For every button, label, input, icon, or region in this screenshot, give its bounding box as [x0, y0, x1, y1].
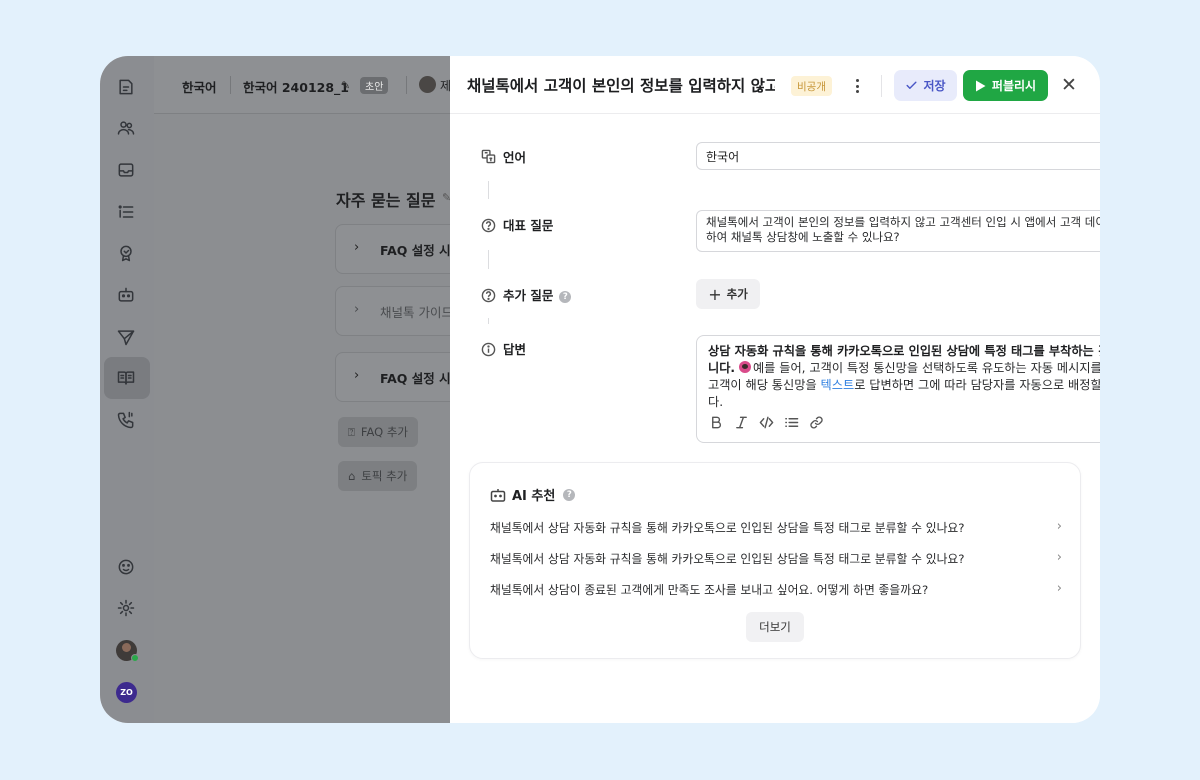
section-title: 자주 묻는 질문 — [336, 191, 436, 210]
translate-icon — [480, 148, 496, 164]
save-label: 저장 — [923, 79, 946, 93]
chevron-right-icon: › — [1056, 581, 1062, 596]
people-icon[interactable] — [115, 117, 137, 139]
ai-suggestion-text: 채널톡에서 상담 자동화 규칙을 통해 카카오톡으로 인입된 상담을 특정 태그… — [490, 521, 965, 535]
ai-suggestion-text: 채널톡에서 상담 자동화 규칙을 통해 카카오톡으로 인입된 상담을 특정 태그… — [490, 552, 965, 566]
ai-suggestion-text: 채널톡에서 상담이 종료된 고객에게 만족도 조사를 보내고 싶어요. 어떻게 … — [490, 583, 929, 597]
question-icon — [480, 287, 496, 303]
faq-card[interactable]: › FAQ 설정 시 — [335, 352, 465, 402]
answer-link[interactable]: 텍스트 — [821, 378, 855, 392]
visibility-badge[interactable]: 비공개 — [791, 76, 832, 96]
add-topic-button[interactable]: ⌂ 토픽 추가 — [338, 461, 418, 491]
answer-text: 상담 자동화 규칙을 통해 카카오톡으로 인입된 상담에 특정 태그를 부착하는… — [708, 343, 1100, 411]
publish-button[interactable]: 퍼블리시 — [963, 70, 1048, 101]
list-icon[interactable] — [783, 414, 799, 430]
add-question-button[interactable]: + 추가 — [696, 279, 760, 309]
faq-card[interactable]: › FAQ 설정 시 — [335, 224, 465, 274]
online-status-dot — [131, 654, 139, 662]
panel-title: 채널톡에서 고객이 본인의 정보를 입력하지 않고... — [467, 77, 775, 95]
settings-icon[interactable] — [115, 597, 137, 619]
ai-recommend-title: AI 추천 ? — [490, 485, 576, 504]
ai-suggestion-item[interactable]: 채널톡에서 상담 자동화 규칙을 통해 카카오톡으로 인입된 상담을 특정 태그… — [490, 516, 1062, 538]
check-icon — [906, 81, 917, 89]
chevron-right-icon: › — [354, 302, 360, 317]
tag-icon: ⌂ — [348, 469, 356, 483]
face-icon[interactable] — [115, 556, 137, 578]
answer-editor[interactable]: 상담 자동화 규칙을 통해 카카오톡으로 인입된 상담에 특정 태그를 부착하는… — [696, 335, 1100, 443]
play-icon — [975, 80, 986, 91]
question-icon — [480, 217, 496, 233]
connector-line — [488, 181, 489, 199]
representative-question-input[interactable]: 채널톡에서 고객이 본인의 정보를 입력하지 않고 고객센터 인입 시 앱에서 … — [696, 210, 1100, 252]
ai-recommend-label: AI 추천 — [512, 489, 556, 504]
bot-icon[interactable] — [115, 284, 137, 306]
help-icon[interactable]: ? — [563, 488, 576, 501]
code-icon[interactable] — [758, 414, 774, 430]
ai-recommend-card: AI 추천 ? 채널톡에서 상담 자동화 규칙을 통해 카카오톡으로 인입된 상… — [469, 462, 1081, 659]
more-options-icon[interactable] — [847, 75, 867, 97]
divider — [406, 76, 407, 94]
save-button[interactable]: 저장 — [894, 70, 957, 101]
language-value: 한국어 — [706, 150, 740, 164]
chevron-right-icon: › — [354, 368, 360, 383]
language-select[interactable]: 한국어 — [696, 142, 1100, 170]
workspace-badge[interactable]: ZO — [116, 682, 137, 703]
answer-label: 답변 — [503, 342, 527, 357]
italic-icon[interactable] — [733, 414, 749, 430]
phone-icon[interactable] — [115, 409, 137, 431]
faq-card[interactable]: › 채널톡 가이드 — [335, 286, 465, 336]
connector-line — [488, 250, 489, 269]
faq-card-title: FAQ 설정 시 — [380, 243, 451, 258]
faq-card-title: 채널톡 가이드 — [380, 305, 453, 320]
additional-question-label: 추가 질문? — [503, 285, 572, 304]
add-faq-label: FAQ 추가 — [360, 425, 408, 439]
ai-suggestion-item[interactable]: 채널톡에서 상담이 종료된 고객에게 만족도 조사를 보내고 싶어요. 어떻게 … — [490, 578, 1062, 600]
bot-icon — [490, 488, 506, 502]
publish-label: 퍼블리시 — [991, 79, 1037, 93]
inbox-icon[interactable] — [115, 159, 137, 181]
faq-editor-panel: 채널톡에서 고객이 본인의 정보를 입력하지 않고... 비공개 저장 퍼블리시… — [450, 56, 1100, 723]
divider — [881, 75, 882, 97]
connector-line — [488, 318, 489, 324]
bold-icon[interactable] — [708, 414, 724, 430]
more-button[interactable]: 더보기 — [746, 612, 804, 642]
formatting-toolbar — [708, 414, 824, 430]
notes-icon[interactable] — [115, 76, 137, 98]
version-name[interactable]: 한국어 240128_1 — [243, 77, 349, 96]
author-avatar — [419, 76, 436, 93]
representative-question-label: 대표 질문 — [503, 218, 554, 233]
language-label: 언어 — [503, 150, 527, 165]
draft-badge: 초안 — [360, 77, 389, 94]
book-icon[interactable] — [115, 367, 137, 389]
info-icon — [480, 341, 496, 357]
add-question-label: 추가 — [726, 287, 748, 301]
chevron-right-icon: › — [1056, 550, 1062, 565]
link-icon[interactable] — [808, 414, 824, 430]
additional-question-text: 추가 질문 — [503, 288, 554, 303]
add-faq-button[interactable]: ⍰ FAQ 추가 — [338, 417, 418, 447]
ai-suggestion-item[interactable]: 채널톡에서 상담 자동화 규칙을 통해 카카오톡으로 인입된 상담을 특정 태그… — [490, 547, 1062, 569]
edit-icon[interactable]: ✎ — [341, 79, 350, 92]
language-tab[interactable]: 한국어 — [182, 77, 217, 96]
emoji-icon — [738, 361, 751, 373]
panel-header: 채널톡에서 고객이 본인의 정보를 입력하지 않고... 비공개 저장 퍼블리시… — [450, 56, 1100, 114]
divider — [230, 76, 231, 94]
side-nav: ZO — [100, 56, 154, 723]
list-icon[interactable] — [115, 201, 137, 223]
faq-card-title: FAQ 설정 시 — [380, 371, 451, 386]
send-icon[interactable] — [115, 326, 137, 348]
background-topbar: 한국어 한국어 240128_1 ✎ 초안 제 — [154, 56, 451, 114]
question-icon: ⍰ — [348, 424, 355, 439]
plus-icon: + — [708, 284, 722, 304]
add-topic-label: 토픽 추가 — [361, 469, 408, 483]
background-main: 한국어 한국어 240128_1 ✎ 초안 제 자주 묻는 질문 ✎ › FAQ… — [154, 56, 465, 723]
chevron-right-icon: › — [354, 240, 360, 255]
chevron-right-icon: › — [1056, 519, 1062, 534]
badge-icon[interactable] — [115, 242, 137, 264]
close-icon[interactable]: ✕ — [1058, 73, 1080, 97]
help-icon[interactable]: ? — [559, 290, 572, 303]
app-window: ZO 한국어 한국어 240128_1 ✎ 초안 제 자주 묻는 질문 ✎ › … — [100, 56, 1100, 723]
